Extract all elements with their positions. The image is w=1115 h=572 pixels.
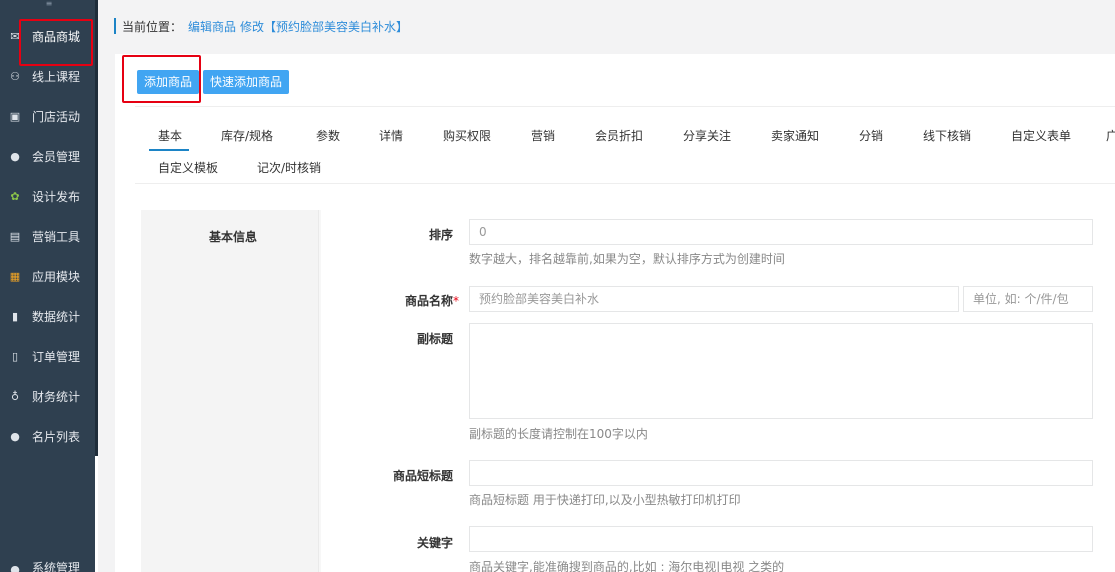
grid-icon: ▦: [9, 269, 21, 283]
content-panel: 添加商品 快速添加商品 基本 库存/规格 参数 详情 购买权限 营销 会员折扣 …: [115, 54, 1115, 572]
tab-seller-notify[interactable]: 卖家通知: [771, 127, 819, 144]
tab-member-discount[interactable]: 会员折扣: [595, 127, 643, 144]
tab-params[interactable]: 参数: [316, 127, 340, 144]
keywords-input[interactable]: [469, 526, 1093, 552]
sidebar-item-label: 系统管理: [32, 561, 81, 572]
leaf-icon: ✿: [10, 189, 20, 203]
tab-share-follow[interactable]: 分享关注: [683, 127, 731, 144]
file-icon: ▯: [11, 349, 19, 363]
card-user-icon: ●: [10, 429, 20, 443]
form-area: 基本信息 排序 0 数字越大，排名越靠前,如果为空，默认排序方式为创建时间 商品…: [141, 210, 1115, 572]
section-label: 基本信息: [141, 210, 319, 572]
menu-toggle-icon[interactable]: ≡: [0, 0, 98, 12]
sidebar-item-store-events[interactable]: ▣ 门店活动: [0, 96, 95, 136]
product-name-label-text: 商品名称: [404, 294, 453, 308]
sidebar-item-system[interactable]: ● 系统管理: [0, 552, 95, 572]
tab-custom-template[interactable]: 自定义模板: [158, 159, 218, 176]
sidebar-item-label: 会员管理: [32, 149, 81, 164]
highlight-box-add: [122, 55, 201, 103]
sidebar-item-stats[interactable]: ▮ 数据统计: [0, 296, 95, 336]
form-body: 排序 0 数字越大，排名越靠前,如果为空，默认排序方式为创建时间 商品名称* 预…: [321, 210, 1115, 572]
short-title-help: 商品短标题 用于快递打印,以及小型热敏打印机打印: [469, 493, 741, 507]
tab-purchase-permission[interactable]: 购买权限: [443, 127, 491, 144]
product-name-input[interactable]: 预约脸部美容美白补水: [469, 286, 959, 312]
subtitle-textarea[interactable]: [469, 323, 1093, 419]
sidebar-item-cards[interactable]: ● 名片列表: [0, 416, 95, 456]
active-tab-indicator: [149, 149, 189, 151]
required-mark: *: [453, 294, 459, 308]
sort-input[interactable]: 0: [469, 219, 1093, 245]
sidebar-item-label: 订单管理: [32, 349, 81, 364]
breadcrumb-link-current[interactable]: 修改【预约脸部美容美白补水】: [240, 18, 408, 35]
breadcrumb-link-edit[interactable]: 编辑商品: [188, 18, 236, 35]
main-content: 当前位置： 编辑商品 修改【预约脸部美容美白补水】 添加商品 快速添加商品 基本…: [98, 0, 1115, 572]
subtitle-help: 副标题的长度请控制在100字以内: [469, 427, 648, 441]
sidebar-item-orders[interactable]: ▯ 订单管理: [0, 336, 95, 376]
sidebar-item-label: 财务统计: [32, 389, 81, 404]
sidebar-item-design[interactable]: ✿ 设计发布: [0, 176, 95, 216]
sidebar-item-label: 线上课程: [32, 69, 81, 84]
sort-help: 数字越大，排名越靠前,如果为空，默认排序方式为创建时间: [469, 252, 785, 266]
sidebar-item-label: 设计发布: [32, 189, 81, 204]
tab-more[interactable]: 广: [1106, 127, 1115, 144]
product-name-label: 商品名称*: [359, 292, 459, 309]
sidebar-item-label: 营销工具: [32, 229, 81, 244]
store-icon: ▣: [9, 109, 21, 123]
tab-bar: 基本 库存/规格 参数 详情 购买权限 营销 会员折扣 分享关注 卖家通知 分销…: [135, 106, 1115, 184]
keywords-label: 关键字: [416, 536, 453, 550]
breadcrumb-label: 当前位置：: [122, 19, 183, 34]
user-icon: ●: [10, 149, 20, 163]
tab-custom-form[interactable]: 自定义表单: [1011, 127, 1071, 144]
tab-basic[interactable]: 基本: [158, 127, 182, 144]
sidebar-item-label: 名片列表: [32, 429, 81, 444]
sidebar-item-marketing[interactable]: ▤ 营销工具: [0, 216, 95, 256]
sidebar-item-label: 数据统计: [32, 309, 81, 324]
sidebar-item-finance[interactable]: ♁ 财务统计: [0, 376, 95, 416]
sidebar-item-label: 应用模块: [32, 269, 81, 284]
breadcrumb: 当前位置： 编辑商品 修改【预约脸部美容美白补水】: [114, 18, 412, 34]
sidebar-item-apps[interactable]: ▦ 应用模块: [0, 256, 95, 296]
highlight-box: [19, 19, 93, 66]
gift-icon: ▤: [9, 229, 21, 243]
short-title-label: 商品短标题: [392, 469, 453, 483]
unit-input[interactable]: 单位, 如: 个/件/包: [963, 286, 1093, 312]
tab-offline-verify[interactable]: 线下核销: [923, 127, 971, 144]
sidebar-item-members[interactable]: ● 会员管理: [0, 136, 95, 176]
subtitle-label: 副标题: [416, 332, 453, 346]
tab-marketing[interactable]: 营销: [531, 127, 555, 144]
tab-count-verify[interactable]: 记次/时核销: [257, 159, 321, 176]
section-title: 基本信息: [209, 230, 258, 244]
sidebar: ≡ ✉ 商品商城 ⚇ 线上课程 ▣ 门店活动 ● 会员管理 ✿ 设计发布 ▤ 营…: [0, 0, 98, 572]
keywords-help: 商品关键字,能准确搜到商品的,比如 : 海尔电视|电视 之类的: [469, 560, 785, 572]
short-title-input[interactable]: [469, 460, 1093, 486]
money-bag-icon: ♁: [10, 389, 20, 403]
tab-inventory[interactable]: 库存/规格: [221, 127, 273, 144]
sidebar-item-label: 门店活动: [32, 109, 81, 124]
quick-add-product-button[interactable]: 快速添加商品: [203, 70, 290, 94]
settings-user-icon: ●: [10, 562, 20, 572]
tab-details[interactable]: 详情: [379, 127, 403, 144]
sort-label: 排序: [428, 228, 453, 242]
bar-chart-icon: ▮: [11, 309, 19, 323]
tab-distribution[interactable]: 分销: [859, 127, 883, 144]
users-icon: ⚇: [10, 69, 20, 83]
